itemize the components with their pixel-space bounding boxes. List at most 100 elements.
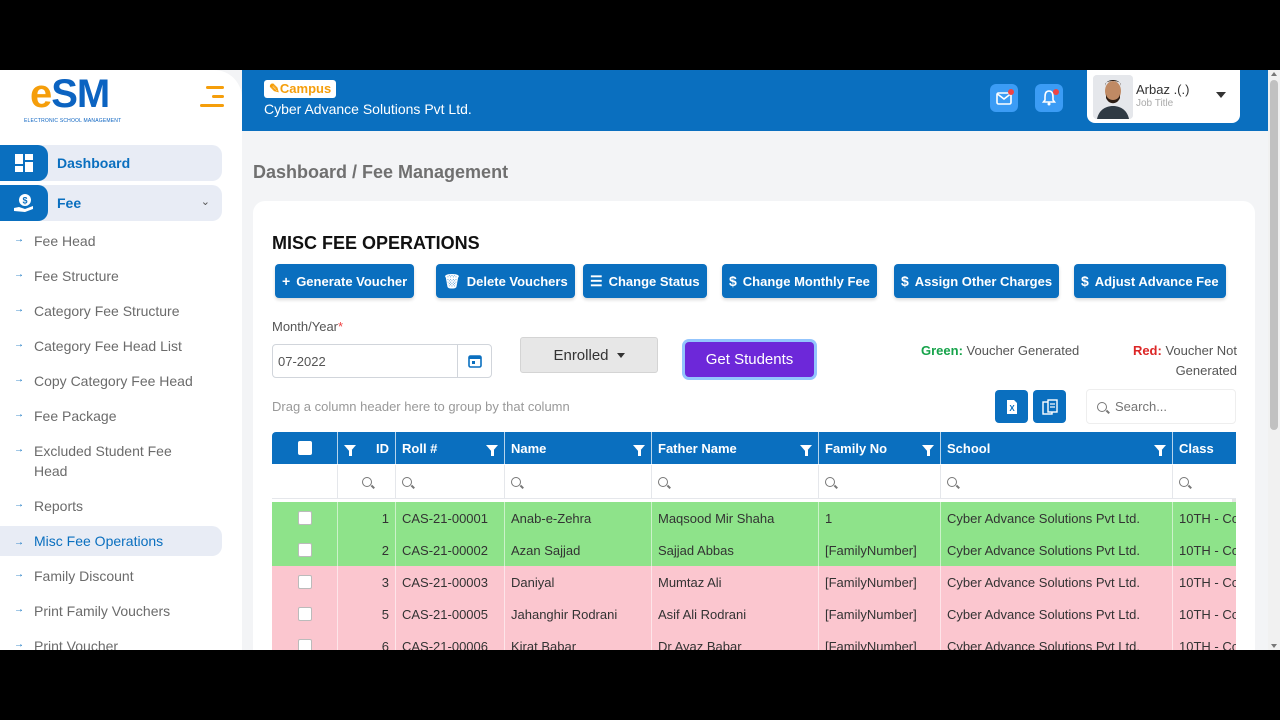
column-header-label: Family No	[825, 440, 888, 456]
scrollbar-thumb[interactable]	[1270, 80, 1278, 430]
cell-text: 10TH - Co	[1179, 510, 1236, 526]
change-status-button[interactable]: ☰ Change Status	[583, 264, 707, 298]
column-header-name[interactable]: Name	[505, 432, 652, 464]
sidebar-item-fee-structure[interactable]: → Fee Structure	[0, 266, 222, 286]
table-row[interactable]: 3 CAS-21-00003 Daniyal Mumtaz Ali [FamilyNum…	[272, 566, 1236, 598]
grid-search[interactable]	[1086, 389, 1236, 424]
export-excel-button[interactable]: X	[995, 390, 1028, 423]
sidebar-item-excluded-student-fee-head[interactable]: → Excluded Student Fee Head	[0, 441, 222, 481]
sidebar-item-reports[interactable]: → Reports	[0, 496, 222, 516]
table-cell-select[interactable]	[272, 566, 338, 598]
search-input[interactable]	[1115, 399, 1215, 414]
filter-cell-id[interactable]	[338, 465, 396, 499]
row-checkbox[interactable]	[297, 511, 312, 525]
list-icon: ☰	[590, 272, 603, 289]
notifications-button[interactable]	[1035, 84, 1063, 112]
dollar-icon: $	[901, 273, 909, 289]
filter-icon[interactable]	[800, 444, 812, 456]
column-header-label: School	[947, 440, 991, 456]
column-chooser-button[interactable]	[1033, 390, 1066, 423]
table-row[interactable]: 5 CAS-21-00005 Jahanghir Rodrani Asif Ali R…	[272, 598, 1236, 630]
caret-down-icon	[616, 352, 625, 358]
table-cell-select[interactable]	[272, 630, 338, 650]
sidebar-item-category-fee-head-list[interactable]: → Category Fee Head List	[0, 336, 222, 356]
sidebar-item-print-family-vouchers[interactable]: → Print Family Vouchers	[0, 601, 222, 621]
sidebar-item-print-voucher[interactable]: → Print Voucher	[0, 636, 222, 650]
table-cell-name: Kirat Babar	[505, 630, 652, 650]
sidebar-item-dashboard[interactable]: Dashboard	[0, 145, 222, 181]
generate-voucher-button[interactable]: + Generate Voucher	[275, 264, 415, 298]
change-monthly-fee-button[interactable]: $ Change Monthly Fee	[722, 264, 877, 298]
filter-icon[interactable]	[486, 444, 498, 456]
sidebar-item-fee-package[interactable]: → Fee Package	[0, 406, 222, 426]
column-header-family[interactable]: Family No	[819, 432, 941, 464]
column-header-father[interactable]: Father Name	[652, 432, 819, 464]
page-scrollbar[interactable]	[1268, 70, 1280, 650]
sidebar-item-category-fee-structure[interactable]: → Category Fee Structure	[0, 301, 222, 321]
column-header-roll[interactable]: Roll #	[396, 432, 505, 464]
campus-label: Campus	[279, 81, 332, 96]
filter-cell-father[interactable]	[652, 465, 819, 499]
row-checkbox[interactable]	[297, 575, 312, 589]
menu-toggle-icon[interactable]	[200, 86, 224, 112]
get-students-button[interactable]: Get Students	[685, 342, 814, 377]
adjust-advance-fee-button[interactable]: $ Adjust Advance Fee	[1074, 264, 1226, 298]
filter-cell-family[interactable]	[819, 465, 941, 499]
arrow-right-icon: →	[14, 339, 24, 350]
row-checkbox[interactable]	[297, 607, 312, 621]
filter-cell-name[interactable]	[505, 465, 652, 499]
assign-other-charges-button[interactable]: $ Assign Other Charges	[894, 264, 1060, 298]
cell-text: Sajjad Abbas	[658, 542, 734, 558]
row-checkbox[interactable]	[297, 543, 312, 557]
table-row[interactable]: 1 CAS-21-00001 Anab-e-Zehra Maqsood Mir Sha…	[272, 502, 1236, 534]
column-header-id[interactable]: ID	[338, 432, 396, 464]
calendar-button[interactable]	[457, 344, 492, 378]
logo-text: eSM	[30, 72, 110, 116]
table-row[interactable]: 2 CAS-21-00002 Azan Sajjad Sajjad Abbas [Fam…	[272, 534, 1236, 566]
calendar-icon	[467, 355, 482, 368]
filter-icon[interactable]	[1154, 444, 1166, 456]
messages-button[interactable]	[990, 84, 1018, 112]
sidebar-item-label: Category Fee Structure	[34, 303, 180, 319]
filter-cell-roll[interactable]	[396, 465, 505, 499]
campus-badge[interactable]: ✎Campus	[264, 80, 337, 98]
column-header-class[interactable]: Class	[1173, 432, 1236, 464]
status-dropdown[interactable]: Enrolled	[520, 337, 658, 373]
sidebar-item-family-discount[interactable]: → Family Discount	[0, 566, 222, 586]
app-logo[interactable]: eSM ELECTRONIC SCHOOL MANAGEMENT	[22, 72, 142, 128]
legend-key: Red:	[1132, 343, 1162, 358]
scroll-down-icon[interactable]	[1271, 644, 1277, 648]
column-header-label: ID	[376, 440, 389, 456]
table-cell-select[interactable]	[272, 502, 338, 534]
select-all-checkbox[interactable]	[297, 441, 312, 455]
sidebar-item-fee-head[interactable]: → Fee Head	[0, 231, 222, 251]
sidebar-item-misc-fee-operations[interactable]: → Misc Fee Operations	[0, 526, 222, 556]
scroll-up-icon[interactable]	[1271, 72, 1277, 76]
filter-icon[interactable]	[344, 444, 356, 456]
filter-icon[interactable]	[633, 444, 645, 456]
label-text: Month/Year	[272, 319, 339, 334]
column-header-school[interactable]: School	[941, 432, 1173, 464]
sidebar-item-copy-category-fee-head[interactable]: → Copy Category Fee Head	[0, 371, 222, 391]
filter-cell-school[interactable]	[941, 465, 1173, 499]
grid-header: ID Roll # Name Father Name Family No School Cl…	[272, 432, 1236, 464]
table-cell-select[interactable]	[272, 534, 338, 566]
filter-icon[interactable]	[922, 444, 934, 456]
caret-down-icon	[1216, 92, 1226, 98]
column-header-select[interactable]	[272, 432, 338, 464]
user-menu[interactable]: Arbaz .(.) Job Title	[1087, 70, 1240, 123]
month-year-input[interactable]	[272, 344, 458, 378]
dropdown-value: Enrolled	[553, 346, 609, 364]
table-cell-select[interactable]	[272, 598, 338, 630]
app-window: eSM ELECTRONIC SCHOOL MANAGEMENT Dashboa…	[0, 70, 1280, 650]
filter-cell-class[interactable]	[1173, 465, 1236, 499]
delete-vouchers-button[interactable]: 🗑 Delete Vouchers	[436, 264, 575, 298]
sidebar-item-fee[interactable]: $ Fee ⌄	[0, 185, 222, 221]
sidebar-item-label: Copy Category Fee Head	[34, 373, 193, 389]
table-cell-school: Cyber Advance Solutions Pvt Ltd.	[941, 566, 1173, 598]
cell-text: 10TH - Co	[1179, 606, 1236, 622]
arrow-right-icon: →	[14, 499, 24, 510]
table-cell-id: 2	[338, 534, 396, 566]
table-row[interactable]: 6 CAS-21-00006 Kirat Babar Dr Ayaz Babar [Fa…	[272, 630, 1236, 650]
row-checkbox[interactable]	[297, 639, 312, 650]
